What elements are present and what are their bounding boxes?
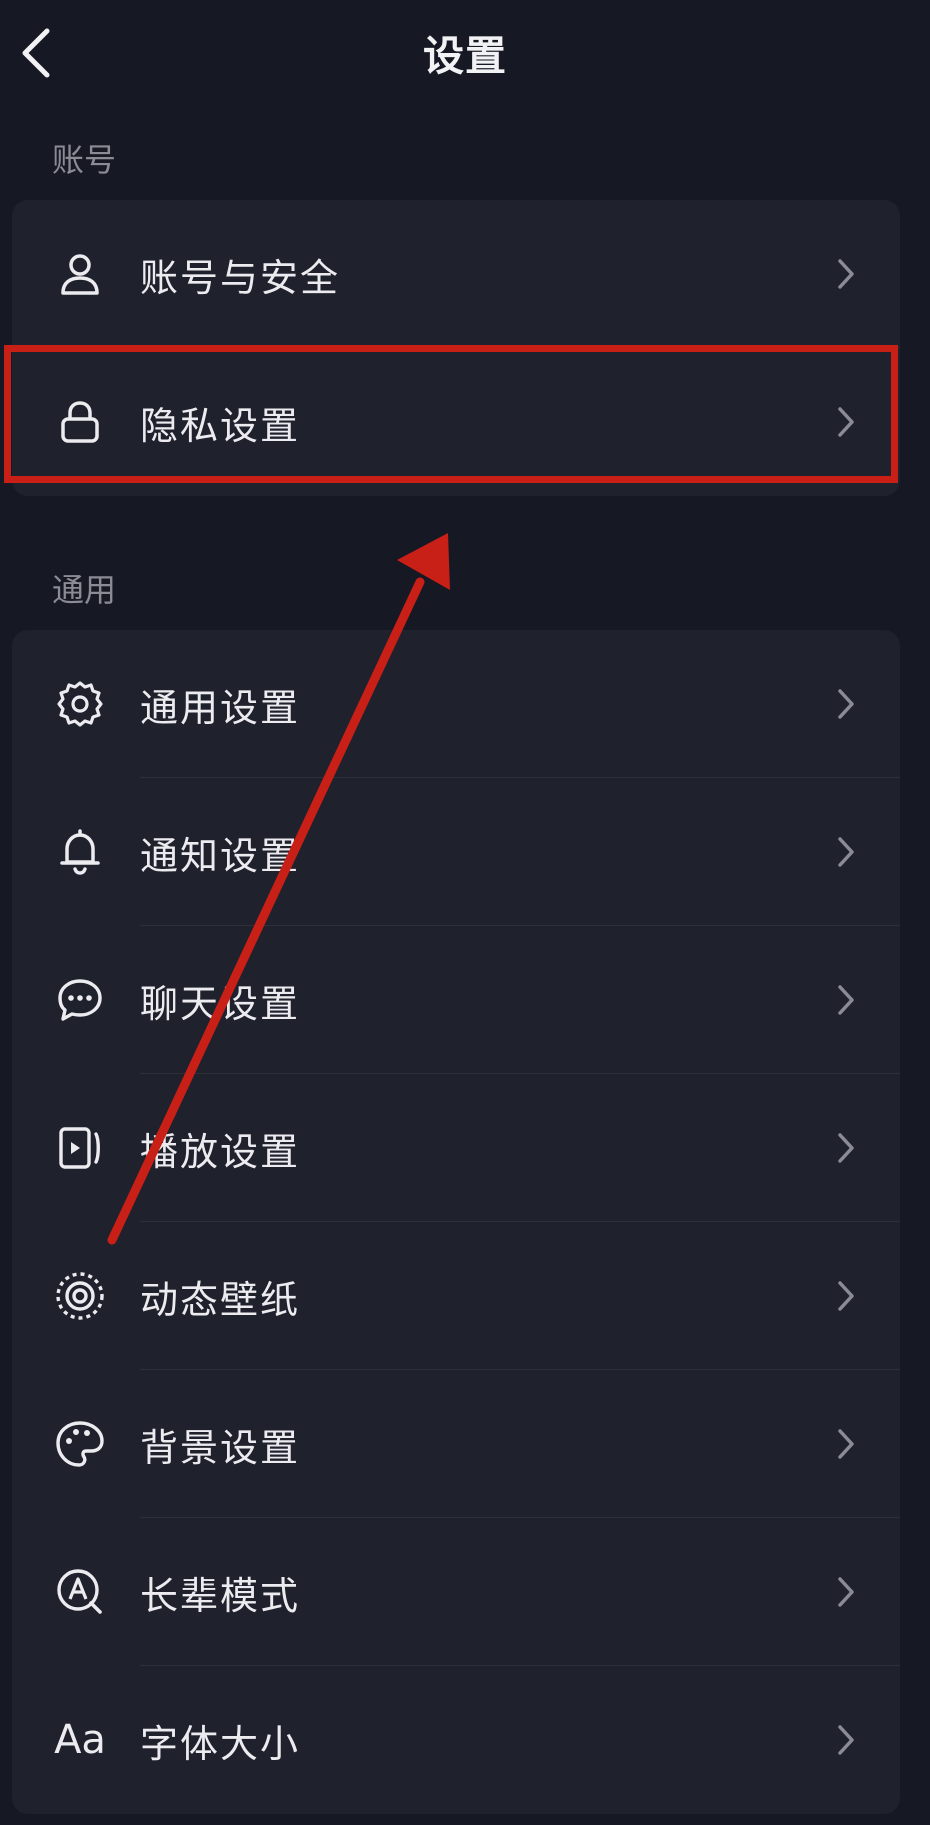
row-label: 字体大小 [140,1721,301,1766]
top-bar: 设置 [0,0,930,108]
row-background-settings[interactable]: 背景设置 [12,1370,900,1518]
row-notification-settings[interactable]: 通知设置 [12,778,900,926]
row-font-size[interactable]: Aa 字体大小 [12,1666,900,1814]
font-size-icon-text: Aa [54,1717,106,1763]
lock-icon [52,394,108,450]
chevron-right-icon [832,1572,860,1612]
bell-icon [52,824,108,880]
user-icon [52,246,108,302]
general-card: 通用设置 通知设置 聊天设置 播放设置 动态壁纸 背景设置 长辈模式 Aa 字体… [12,630,900,1814]
row-playback-settings[interactable]: 播放设置 [12,1074,900,1222]
chevron-right-icon [832,254,860,294]
chevron-right-icon [832,402,860,442]
chevron-right-icon [832,980,860,1020]
row-label: 背景设置 [140,1425,301,1470]
chevron-right-icon [832,1128,860,1168]
palette-icon [52,1416,108,1472]
row-chat-settings[interactable]: 聊天设置 [12,926,900,1074]
elder-mode-icon [52,1564,108,1620]
chat-bubble-icon [52,972,108,1028]
chevron-right-icon [832,1424,860,1464]
row-label: 通知设置 [140,833,301,878]
section-label-account: 账号 [52,141,117,179]
row-label: 动态壁纸 [140,1277,301,1322]
row-label: 账号与安全 [140,255,341,300]
chevron-right-icon [832,684,860,724]
row-privacy-settings[interactable]: 隐私设置 [12,348,900,496]
row-label: 播放设置 [140,1129,301,1174]
dotted-circle-icon [52,1268,108,1324]
page-title: 设置 [423,32,507,80]
chevron-right-icon [832,1276,860,1316]
section-label-general: 通用 [52,571,117,609]
row-account-security[interactable]: 账号与安全 [12,200,900,348]
row-general-settings[interactable]: 通用设置 [12,630,900,778]
row-label: 长辈模式 [140,1573,301,1618]
gear-icon [52,676,108,732]
row-label: 通用设置 [140,685,301,730]
row-label: 聊天设置 [140,981,301,1026]
account-card: 账号与安全 隐私设置 [12,200,900,496]
font-size-icon: Aa [52,1712,108,1768]
row-live-wallpaper[interactable]: 动态壁纸 [12,1222,900,1370]
chevron-right-icon [832,832,860,872]
chevron-right-icon [832,1720,860,1760]
play-screen-icon [52,1120,108,1176]
row-label: 隐私设置 [140,403,301,448]
row-elder-mode[interactable]: 长辈模式 [12,1518,900,1666]
